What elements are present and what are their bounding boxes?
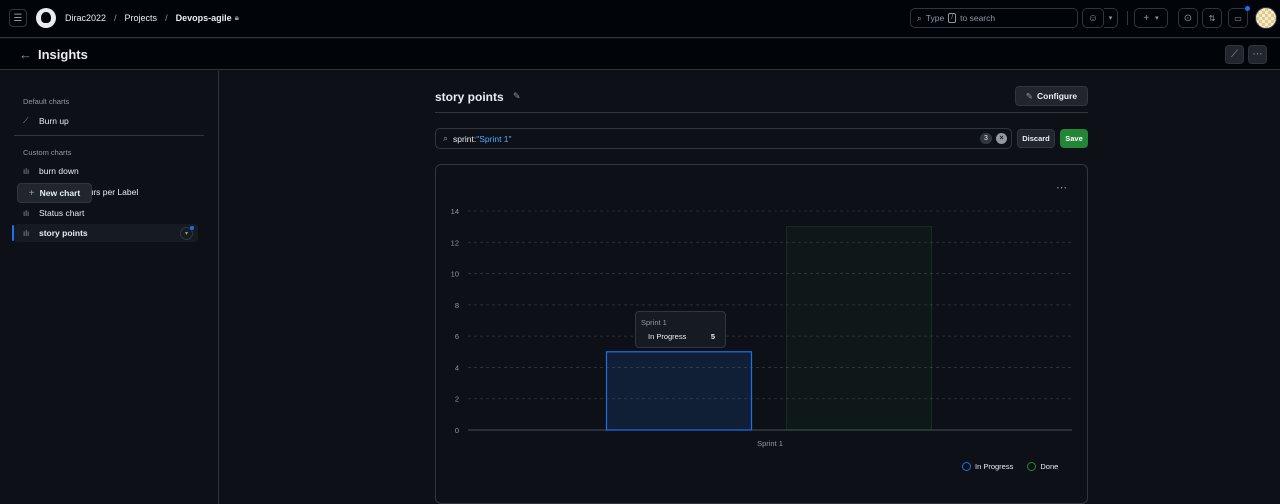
bar-chart-icon: ılı — [23, 166, 30, 176]
y-tick-label: 6 — [455, 332, 459, 341]
sidebar-item-label: burn down — [39, 166, 79, 176]
breadcrumb-separator: / — [114, 13, 117, 23]
page-title: Insights — [38, 47, 88, 62]
configure-button[interactable]: ✎ Configure — [1015, 86, 1088, 106]
discard-button[interactable]: Discard — [1017, 129, 1055, 148]
sidebar-item-label: Status chart — [39, 208, 85, 218]
chart-menu-icon[interactable]: ⋯ — [1056, 181, 1067, 194]
copilot-dropdown-icon[interactable]: ▾ — [1104, 8, 1118, 28]
sidebar-divider — [14, 135, 204, 136]
default-charts-heading: Default charts — [23, 97, 70, 106]
search-suffix: to search — [960, 13, 996, 23]
configure-label: Configure — [1036, 91, 1078, 101]
y-tick-label: 10 — [451, 270, 459, 279]
back-arrow-icon[interactable]: ← — [19, 47, 32, 62]
edit-title-icon[interactable]: ✎ — [513, 91, 521, 102]
sidebar-item-burn-up[interactable]: ⟋ Burn up — [14, 112, 198, 130]
filter-key: sprint: — [453, 133, 477, 144]
legend-label: Done — [1040, 462, 1059, 471]
sidebar-item-story-points[interactable]: ılı story points — [14, 224, 198, 242]
breadcrumb-owner[interactable]: Dirac2022 — [65, 13, 106, 23]
legend-item[interactable]: In Progress — [962, 462, 1013, 471]
toolbar-divider — [1127, 11, 1128, 25]
legend-swatch — [1027, 462, 1037, 471]
new-chart-button[interactable]: + New chart — [17, 183, 92, 203]
plus-icon: + — [28, 187, 35, 199]
search-label: Type — [925, 13, 945, 23]
bar-chart-icon: ılı — [23, 208, 30, 218]
legend-item[interactable]: Done — [1027, 462, 1058, 471]
pencil-icon: ✎ — [1025, 90, 1033, 101]
trend-icon: ⟋ — [23, 116, 29, 125]
bar-in-progress — [605, 351, 753, 431]
filter-count-badge: 3 — [980, 133, 992, 144]
y-tick-label: 4 — [455, 363, 459, 372]
save-button[interactable]: Save — [1060, 129, 1088, 148]
y-tick-label: 0 — [455, 426, 459, 435]
filter-value: "Sprint 1" — [476, 133, 512, 144]
search-input[interactable]: ⌕ Type / to search — [910, 8, 1078, 28]
custom-charts-heading: Custom charts — [23, 148, 72, 157]
pull-requests-icon[interactable]: ⇅ — [1202, 8, 1222, 28]
lock-icon: 🔒︎ — [234, 13, 239, 22]
avatar[interactable] — [1255, 7, 1277, 29]
title-divider — [435, 112, 1088, 113]
inbox-icon[interactable]: ▭ — [1228, 8, 1248, 28]
unsaved-dot — [190, 226, 194, 230]
create-new-icon[interactable]: + ▾ — [1134, 8, 1168, 28]
chart-title: story points — [435, 90, 504, 104]
sidebar-item-status-chart[interactable]: ılı Status chart — [14, 204, 198, 222]
breadcrumb-project[interactable]: Devops-agile — [176, 13, 232, 23]
issues-icon[interactable]: ⊙ — [1178, 8, 1198, 28]
github-logo-icon[interactable] — [36, 8, 56, 28]
search-icon: ⌕ — [917, 12, 922, 23]
legend-label: In Progress — [975, 462, 1014, 471]
y-tick-label: 8 — [455, 301, 459, 310]
y-tick-label: 2 — [455, 395, 459, 404]
top-bar: ☰ Dirac2022 / Projects / Devops-agile 🔒︎… — [0, 0, 1280, 38]
clear-filter-icon[interactable]: × — [996, 133, 1007, 144]
x-tick-label: Sprint 1 — [757, 439, 783, 448]
chart-legend: In Progress Done — [962, 462, 1058, 471]
search-shortcut-key: / — [948, 13, 957, 23]
sidebar-item-burn-down[interactable]: ılı burn down — [14, 162, 198, 180]
breadcrumb-projects[interactable]: Projects — [125, 13, 158, 23]
bar-done — [786, 226, 932, 431]
tooltip-title: Sprint 1 — [641, 318, 667, 327]
sidebar-item-label: story points — [39, 228, 88, 238]
filter-input[interactable]: ⌕ sprint:"Sprint 1" — [435, 128, 1012, 149]
sidebar-item-label: Burn up — [39, 116, 69, 126]
search-icon: ⌕ — [443, 133, 449, 143]
new-chart-label: New chart — [39, 188, 81, 198]
tooltip-series: In Progress — [648, 332, 687, 341]
chart-tooltip: Sprint 1 In Progress 5 — [635, 311, 726, 348]
chart-view-icon[interactable]: ⟋ — [1225, 45, 1244, 64]
legend-swatch — [962, 462, 971, 471]
tooltip-value: 5 — [710, 332, 715, 341]
bar-chart: 0 2 4 6 8 10 12 14 Sprint 1 — [451, 207, 1072, 448]
breadcrumb-separator: / — [165, 13, 168, 23]
copilot-icon[interactable]: ☺ — [1082, 8, 1104, 28]
notification-dot — [1245, 6, 1250, 11]
y-tick-label: 14 — [451, 207, 459, 216]
menu-icon[interactable]: ☰ — [9, 9, 27, 27]
breadcrumb: Dirac2022 / Projects / Devops-agile 🔒︎ — [65, 13, 239, 23]
insights-header: ← Insights ⟋ ⋯ — [0, 39, 1280, 70]
bar-chart-icon: ılı — [23, 228, 30, 238]
more-options-icon[interactable]: ⋯ — [1248, 45, 1267, 64]
y-tick-label: 12 — [451, 238, 459, 247]
